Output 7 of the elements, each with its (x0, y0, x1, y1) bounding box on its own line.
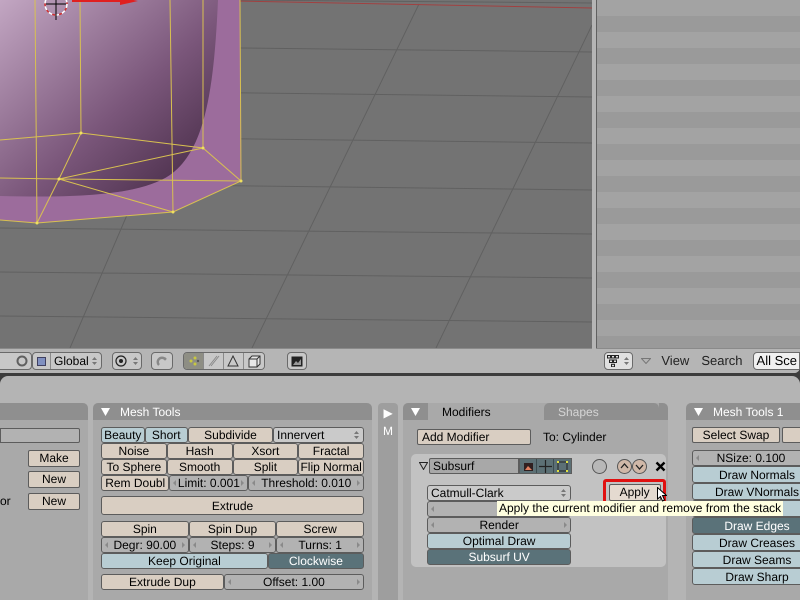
dropdown-label: Catmull-Clark (431, 486, 504, 500)
tooltip: Apply the current modifier and remove from the stack (497, 501, 784, 516)
panel-title: Mesh Tools (120, 404, 180, 420)
target-label: To: Cylinder (543, 429, 606, 446)
dropdown-label: Innervert (277, 428, 324, 442)
panel-title: Mesh Tools 1 (713, 404, 784, 420)
field-label: or (0, 493, 11, 510)
